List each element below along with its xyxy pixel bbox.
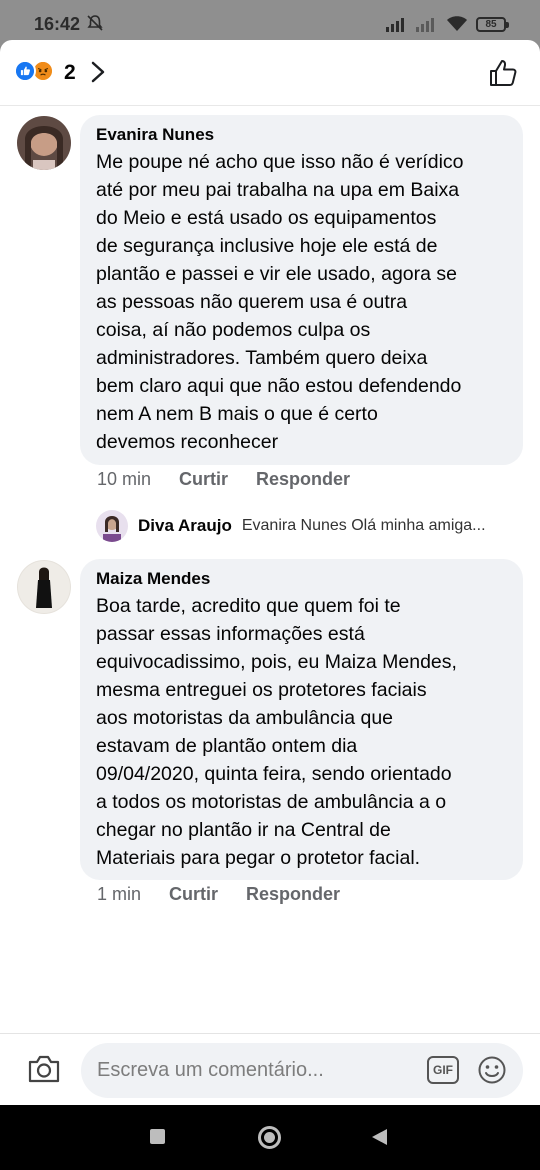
wifi-icon <box>447 16 467 31</box>
home-icon[interactable] <box>258 1126 281 1149</box>
avatar <box>96 510 128 542</box>
chevron-right-icon[interactable] <box>90 60 106 84</box>
camera-icon[interactable] <box>27 1054 61 1084</box>
avatar[interactable] <box>17 116 71 170</box>
avatar-photo <box>17 116 71 170</box>
reaction-count: 2 <box>64 61 76 84</box>
comment-time: 10 min <box>97 469 152 489</box>
comment-composer: GIF <box>0 1033 540 1105</box>
battery-icon: 85 <box>476 16 509 32</box>
comment-input-wrapper: GIF <box>81 1043 523 1098</box>
comment-author[interactable]: Maiza Mendes <box>96 569 507 589</box>
signal-icon <box>386 18 404 32</box>
back-icon[interactable] <box>372 1129 387 1145</box>
avatar[interactable] <box>17 560 71 614</box>
comment-meta: 10 min Curtir Responder <box>97 469 350 490</box>
comment-input[interactable] <box>97 1055 417 1085</box>
dnd-icon <box>87 15 103 31</box>
reply-author: Diva Araujo <box>138 516 232 535</box>
recents-icon[interactable] <box>150 1129 165 1144</box>
status-right: 85 <box>386 14 509 34</box>
comment-time: 1 min <box>97 884 142 904</box>
comment-meta: 1 min Curtir Responder <box>97 884 340 905</box>
like-reaction-icon <box>14 60 36 82</box>
system-navbar <box>0 1105 540 1170</box>
reply-link[interactable]: Responder <box>256 469 350 490</box>
reply-preview[interactable]: Diva Araujo Evanira Nunes Olá minha amig… <box>96 510 486 542</box>
avatar-photo <box>96 510 128 542</box>
avatar-photo <box>17 560 71 614</box>
comment-bubble[interactable]: Maiza Mendes Boa tarde, acredito que que… <box>80 559 523 880</box>
like-link[interactable]: Curtir <box>179 469 228 490</box>
comments-sheet: 2 Evanira Nunes Me poupe né acho que iss… <box>0 40 540 1105</box>
gif-icon[interactable]: GIF <box>427 1056 459 1084</box>
signal-icon <box>416 18 434 32</box>
thumbs-up-icon[interactable] <box>488 58 518 88</box>
reply-text: Evanira Nunes Olá minha amiga... <box>241 517 486 534</box>
status-time: 16:42 <box>34 14 81 34</box>
reply-link[interactable]: Responder <box>246 884 340 905</box>
comment-author[interactable]: Evanira Nunes <box>96 125 507 145</box>
comment-text: Boa tarde, acredito que quem foi te pass… <box>96 595 457 869</box>
comment-text: Me poupe né acho que isso não é verídico… <box>96 151 464 453</box>
reactions-bar[interactable]: 2 <box>0 40 540 106</box>
comment-bubble[interactable]: Evanira Nunes Me poupe né acho que isso … <box>80 115 523 465</box>
emoji-icon[interactable] <box>477 1055 507 1085</box>
like-link[interactable]: Curtir <box>169 884 218 905</box>
